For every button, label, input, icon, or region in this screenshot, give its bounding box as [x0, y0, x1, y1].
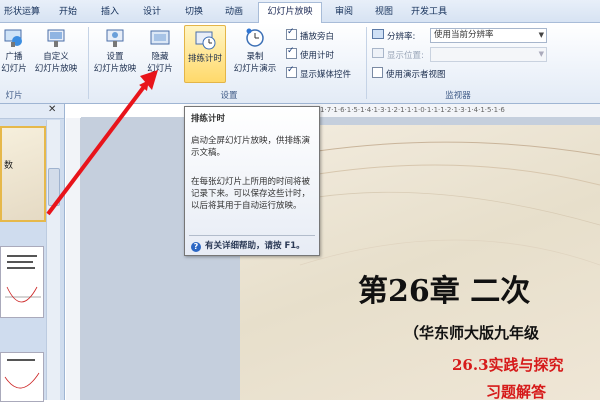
tooltip-title: 排练计时 — [191, 114, 226, 124]
show-on-dropdown[interactable]: ▼ — [430, 47, 547, 62]
tab-home[interactable]: 开始 — [50, 3, 86, 22]
resolution-row: 分辨率: — [372, 29, 415, 43]
custom-slideshow-button[interactable]: 自定义 幻灯片放映 — [30, 27, 82, 75]
tab-slideshow[interactable]: 幻灯片放映 — [258, 2, 322, 24]
thumbnail-graph — [4, 359, 40, 389]
slides-pane-scrollbar[interactable] — [46, 120, 60, 400]
slides-pane: ✕ 数 — [0, 104, 65, 402]
slides-pane-header: ✕ — [0, 104, 64, 119]
chevron-down-icon: ▼ — [538, 31, 544, 39]
horizontal-ruler: 9·1·8·1·7·1·6·1·5·1·4·1·3·1·2·1·1·1·0·1·… — [300, 104, 600, 118]
use-timings-checkbox[interactable]: 使用计时 — [286, 46, 334, 61]
tab-shape-ops[interactable]: 形状运算 — [0, 3, 44, 22]
slide-subtitle: （华东师大版九年级 — [404, 324, 540, 342]
checkbox-box — [286, 46, 297, 59]
play-narrations-checkbox[interactable]: 播放旁白 — [286, 27, 334, 42]
rehearse-clock-icon — [194, 29, 216, 51]
hide-slide-icon — [149, 27, 171, 49]
slide-thumbnail-2[interactable] — [0, 246, 44, 318]
presenter-view-checkbox[interactable]: 使用演示者视图 — [372, 67, 446, 80]
setup-show-icon — [104, 27, 126, 49]
scrollbar-thumb[interactable] — [48, 168, 60, 206]
tab-insert[interactable]: 插入 — [92, 3, 128, 22]
hide-slide-button[interactable]: 隐藏 幻灯片 — [140, 27, 180, 75]
monitor-icon — [372, 48, 384, 58]
ribbon-tabs: 形状运算 开始 插入 设计 切换 动画 幻灯片放映 审阅 视图 开发工具 — [0, 0, 600, 24]
tab-review[interactable]: 审阅 — [326, 3, 362, 22]
rehearse-timings-tooltip: 排练计时 启动全屏幻灯片放映，供排练演示文稿。 在每张幻灯片上所用的时间将被记录… — [184, 106, 320, 256]
slide-title: 第26章 二次 — [358, 274, 531, 309]
thumbnail-text: 数 — [4, 161, 14, 171]
slide-section: 26.3实践与探究 — [452, 356, 564, 374]
resolution-dropdown[interactable]: 使用当前分辨率 ▼ — [430, 28, 547, 43]
custom-slideshow-icon — [45, 27, 67, 49]
ribbon: 广播 幻灯片 自定义 幻灯片放映 灯片 设置 幻灯片放映 隐藏 幻灯片 排练计时 — [0, 23, 600, 104]
tab-developer[interactable]: 开发工具 — [404, 3, 454, 22]
tab-transitions[interactable]: 切换 — [176, 3, 212, 22]
record-slideshow-button[interactable]: 录制 幻灯片演示 — [228, 27, 282, 75]
tooltip-detail: 在每张幻灯片上所用的时间将被记录下来。可以保存这些计时，以后将其用于自动运行放映… — [191, 177, 311, 211]
chevron-down-icon: ▼ — [538, 50, 544, 58]
resolution-icon — [372, 29, 384, 39]
setup-show-button[interactable]: 设置 幻灯片放映 — [92, 27, 138, 75]
group-label-setup: 设置 — [220, 91, 238, 101]
checkbox-box — [372, 67, 383, 78]
group-label-start-show: 灯片 — [5, 91, 23, 101]
group-separator — [366, 27, 367, 99]
tab-animations[interactable]: 动画 — [216, 3, 252, 22]
group-label-monitors: 监视器 — [445, 91, 471, 101]
help-icon: ? — [191, 242, 201, 252]
slide-exercise: 习题解答 — [486, 383, 547, 401]
tooltip-divider — [189, 235, 315, 236]
vertical-ruler — [66, 118, 81, 400]
tab-view[interactable]: 视图 — [366, 3, 402, 22]
show-on-row: 显示位置: — [372, 48, 424, 62]
close-icon[interactable]: ✕ — [48, 104, 56, 115]
setup-checkboxes: 播放旁白 使用计时 显示媒体控件 — [286, 27, 366, 89]
broadcast-button[interactable]: 广播 幻灯片 — [0, 27, 28, 75]
show-media-controls-checkbox[interactable]: 显示媒体控件 — [286, 65, 351, 80]
checkbox-box — [286, 65, 297, 78]
broadcast-icon — [3, 27, 25, 49]
tooltip-help: ? 有关详细帮助，请按 F1。 — [191, 239, 305, 252]
checkbox-box — [286, 27, 297, 40]
group-separator — [88, 27, 89, 99]
rehearse-timings-button[interactable]: 排练计时 — [184, 25, 226, 83]
slide-thumbnail-3[interactable] — [0, 352, 44, 402]
tab-design[interactable]: 设计 — [134, 3, 170, 22]
thumbnail-graph — [5, 255, 41, 303]
slide-thumbnail-1[interactable]: 数 — [0, 126, 46, 222]
record-clock-icon — [244, 27, 266, 49]
tooltip-description: 启动全屏幻灯片放映，供排练演示文稿。 — [191, 136, 311, 158]
